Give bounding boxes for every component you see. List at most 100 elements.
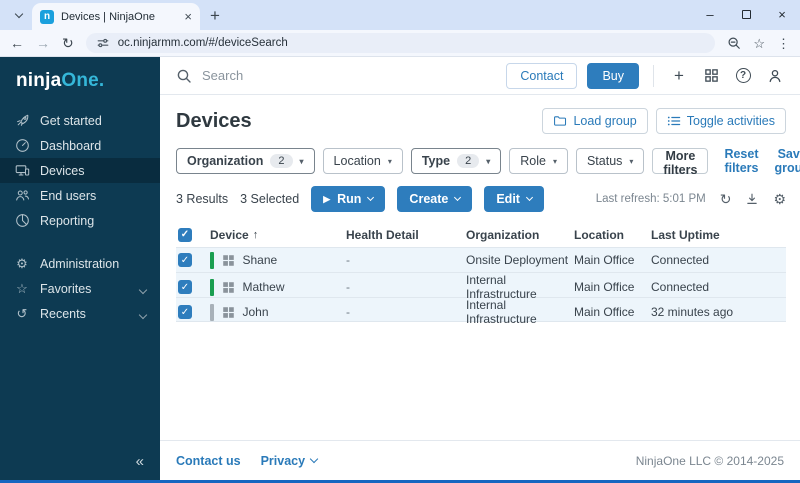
more-filters-button[interactable]: More filters	[652, 148, 709, 177]
filter-status[interactable]: Status ▾	[575, 148, 645, 174]
device-status-bar	[210, 303, 214, 321]
sidebar-item-recents[interactable]: ↺ Recents	[0, 301, 160, 326]
device-name[interactable]: Shane	[243, 253, 278, 267]
sidebar-item-label: End users	[40, 188, 97, 203]
browser-tab[interactable]: n Devices | NinjaOne ×	[32, 3, 200, 30]
gear-icon: ⚙	[16, 256, 28, 271]
health-detail-cell: -	[346, 253, 350, 267]
app-header: Contact Buy + ?	[160, 57, 800, 95]
browser-toolbar: ← → ↻ oc.ninjarmm.com/#/deviceSearch ☆ ⋮	[0, 30, 800, 57]
zoom-icon[interactable]	[727, 36, 741, 50]
window-close-button[interactable]: ×	[764, 0, 800, 28]
apps-grid-icon[interactable]	[700, 68, 722, 83]
header-divider	[653, 64, 654, 87]
browser-menu-icon[interactable]: ⋮	[777, 37, 790, 50]
help-icon[interactable]: ?	[732, 68, 754, 83]
windows-icon	[222, 254, 235, 267]
chevron-down-icon: ▾	[629, 156, 634, 166]
windows-icon	[222, 281, 235, 294]
load-group-button[interactable]: Load group	[542, 108, 648, 134]
window-maximize-button[interactable]	[728, 0, 764, 28]
selected-count: 3 Selected	[240, 192, 300, 206]
ninjaone-favicon-icon: n	[40, 9, 54, 24]
column-header-organization[interactable]: Organization	[466, 228, 574, 242]
page-footer: Contact us Privacy NinjaOne LLC © 2014-2…	[160, 440, 800, 480]
devices-table: ✓ Device ↑ Health Detail Organization Lo…	[176, 222, 786, 326]
column-header-last-uptime[interactable]: Last Uptime	[651, 228, 786, 242]
bookmark-star-icon[interactable]: ☆	[753, 37, 765, 50]
organization-cell: Internal Infrastructure	[466, 298, 537, 326]
sidebar-item-favorites[interactable]: ☆ Favorites	[0, 276, 160, 301]
account-icon[interactable]	[764, 68, 786, 84]
filter-role[interactable]: Role ▾	[509, 148, 568, 174]
filter-organization[interactable]: Organization 2 ▾	[176, 148, 315, 174]
sidebar-collapse-button[interactable]: «	[0, 445, 160, 480]
column-header-location[interactable]: Location	[574, 228, 651, 242]
list-icon	[667, 116, 681, 126]
refresh-icon[interactable]: ↻	[720, 192, 732, 206]
global-search-input[interactable]	[202, 68, 497, 83]
window-controls: – ×	[692, 0, 800, 28]
chevron-down-icon	[367, 193, 375, 202]
sidebar-item-end-users[interactable]: End users	[0, 183, 160, 208]
window-minimize-button[interactable]: –	[692, 0, 728, 28]
filter-location[interactable]: Location ▾	[322, 148, 403, 174]
select-all-checkbox[interactable]: ✓	[178, 227, 192, 242]
chevron-down-icon: ▾	[387, 156, 392, 166]
table-row[interactable]: ✓ Shane - Onsite Deployment Main Office …	[176, 247, 786, 272]
device-name[interactable]: John	[243, 305, 269, 319]
new-tab-button[interactable]: +	[210, 6, 220, 26]
add-icon[interactable]: +	[668, 67, 690, 84]
create-button[interactable]: Create	[397, 186, 473, 212]
column-header-health-detail[interactable]: Health Detail	[346, 228, 466, 242]
site-settings-icon	[97, 38, 109, 48]
reload-button[interactable]: ↻	[62, 36, 74, 50]
row-checkbox[interactable]: ✓	[178, 253, 192, 267]
table-row[interactable]: ✓ Mathew - Internal Infrastructure Main …	[176, 272, 786, 301]
edit-button[interactable]: Edit	[484, 186, 544, 212]
row-checkbox[interactable]: ✓	[178, 305, 192, 319]
back-button[interactable]: ←	[10, 36, 24, 50]
filter-count-badge: 2	[457, 154, 480, 168]
table-row[interactable]: ✓ John - Internal Infrastructure Main Of…	[176, 297, 786, 326]
filter-type[interactable]: Type 2 ▾	[410, 148, 502, 174]
reset-filters-link[interactable]: Reset filters	[724, 147, 758, 175]
address-bar[interactable]: oc.ninjarmm.com/#/deviceSearch	[85, 33, 716, 53]
table-settings-gear-icon[interactable]: ⚙	[773, 192, 786, 206]
forward-button[interactable]: →	[36, 36, 50, 50]
history-icon: ↺	[16, 306, 28, 321]
device-status-bar	[210, 251, 214, 269]
tab-title: Devices | NinjaOne	[61, 10, 155, 23]
tab-search-button[interactable]	[6, 2, 32, 28]
reporting-icon	[14, 213, 30, 228]
sidebar-item-dashboard[interactable]: Dashboard	[0, 133, 160, 158]
chevron-down-icon	[454, 193, 462, 202]
devices-icon	[14, 163, 30, 178]
contact-us-link[interactable]: Contact us	[176, 454, 241, 468]
run-button[interactable]: ▶ Run	[311, 186, 386, 212]
buy-button[interactable]: Buy	[587, 62, 639, 89]
maximize-icon	[741, 9, 751, 19]
sidebar-item-devices[interactable]: Devices	[0, 158, 160, 183]
tab-close-icon[interactable]: ×	[184, 10, 192, 23]
toggle-activities-button[interactable]: Toggle activities	[655, 108, 786, 134]
contact-button[interactable]: Contact	[506, 62, 578, 89]
health-detail-cell: -	[346, 280, 350, 294]
last-uptime-cell: 32 minutes ago	[651, 305, 734, 319]
organization-cell: Onsite Deployment	[466, 253, 569, 267]
sidebar-item-administration[interactable]: ⚙ Administration	[0, 251, 160, 276]
download-icon[interactable]	[745, 192, 759, 206]
table-utilities: Last refresh: 5:01 PM ↻ ⚙	[596, 192, 786, 206]
privacy-link[interactable]: Privacy	[261, 454, 319, 468]
page-title: Devices	[176, 109, 252, 132]
sidebar-divider	[0, 233, 160, 251]
ninjaone-logo: ninjaOne.	[0, 57, 160, 100]
column-header-device[interactable]: Device ↑	[210, 228, 346, 242]
row-checkbox[interactable]: ✓	[178, 280, 192, 294]
sidebar-item-reporting[interactable]: Reporting	[0, 208, 160, 233]
device-name[interactable]: Mathew	[243, 280, 285, 294]
sidebar: ninjaOne. Get started Dashboard Devices …	[0, 57, 160, 480]
sidebar-item-get-started[interactable]: Get started	[0, 108, 160, 133]
actions-bar: 3 Results 3 Selected ▶ Run Create Edit L…	[176, 186, 786, 212]
save-group-link[interactable]: Save group	[775, 147, 800, 175]
